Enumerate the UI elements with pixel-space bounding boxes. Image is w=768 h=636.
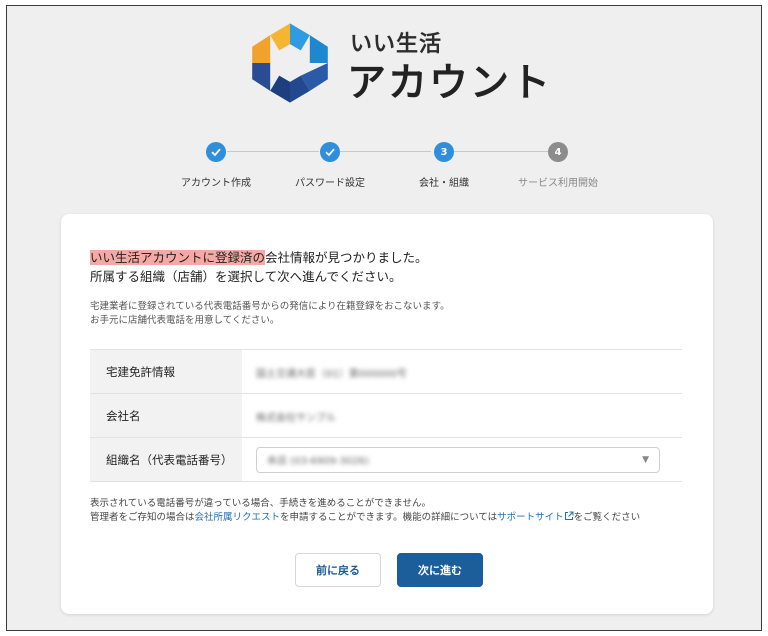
footer-note: 表示されている電話番号が違っている場合、手続きを進めることができません。 管理者… [90,497,640,525]
step-connector [339,151,431,152]
foot-line2-b: を申請することができます。機能の詳細については [280,512,498,523]
step-2-check-icon [320,142,340,162]
table-row: 会社名 株式会社サンプル [90,393,682,438]
step-3-label: 会社・組織 [419,178,469,189]
company-info-table: 宅建免許情報 国土交通大臣（01）第000000号 会社名 株式会社サンプル 組… [90,349,682,482]
step-1-label: アカウント作成 [181,178,251,189]
organization-select-card: いい生活アカウントに登録済の会社情報が見つかりました。 所属する組織（店舗）を選… [61,214,713,614]
foot-line1: 表示されている電話番号が違っている場合、手続きを進めることができません。 [90,498,431,509]
back-button[interactable]: 前に戻る [295,553,381,587]
brand-name-large: アカウント [347,61,553,106]
external-link-icon [564,511,574,520]
progress-stepper: 3 4 アカウント作成 パスワード設定 会社・組織 サービス利用開始 [7,139,763,189]
company-request-link[interactable]: 会社所属リクエスト [195,512,281,523]
license-label: 宅建免許情報 [90,349,242,394]
table-row: 組織名（代表電話番号） 本店 (03-6909-3026) ▼ [90,437,682,482]
brand-logo-icon [252,23,328,103]
foot-line2-a: 管理者をご存知の場合は [90,512,195,523]
step-3-number: 3 [434,142,454,162]
lead-rest: 会社情報が見つかりました。 [265,250,428,265]
note-line2: お手元に店舗代表電話を用意してください。 [90,315,280,326]
step-1-check-icon [206,142,226,162]
lead-highlight: いい生活アカウントに登録済の [90,250,266,265]
chevron-down-icon: ▼ [642,454,649,465]
next-button[interactable]: 次に進む [397,553,483,587]
step-connector [227,151,319,152]
step-2-label: パスワード設定 [295,178,365,189]
license-value: 国土交通大臣（01）第000000号 [256,369,407,380]
lead-message: いい生活アカウントに登録済の会社情報が見つかりました。 所属する組織（店舗）を選… [90,248,428,286]
organization-select-value: 本店 (03-6909-3026) [267,456,369,467]
note-line1: 宅建業者に登録されている代表電話番号からの発信により在籍登録をおこないます。 [90,301,450,312]
support-site-label: サポートサイト [497,512,564,523]
foot-line2-c: をご覧ください [573,512,641,523]
support-site-link[interactable]: サポートサイト [497,511,574,523]
phone-note: 宅建業者に登録されている代表電話番号からの発信により在籍登録をおこないます。 お… [90,300,450,328]
lead-line2: 所属する組織（店舗）を選択して次へ進んでください。 [90,269,402,284]
company-value: 株式会社サンプル [256,413,336,424]
step-connector [453,151,549,152]
company-label: 会社名 [90,393,242,438]
step-4-label: サービス利用開始 [518,178,598,189]
step-4-number: 4 [548,142,568,162]
organization-select[interactable]: 本店 (03-6909-3026) ▼ [256,446,660,473]
table-row: 宅建免許情報 国土交通大臣（01）第000000号 [90,349,682,394]
organization-label: 組織名（代表電話番号） [90,437,242,482]
page-frame: いい生活 アカウント 3 4 アカウント作成 パスワード設定 会社・組織 サービ… [6,5,762,631]
